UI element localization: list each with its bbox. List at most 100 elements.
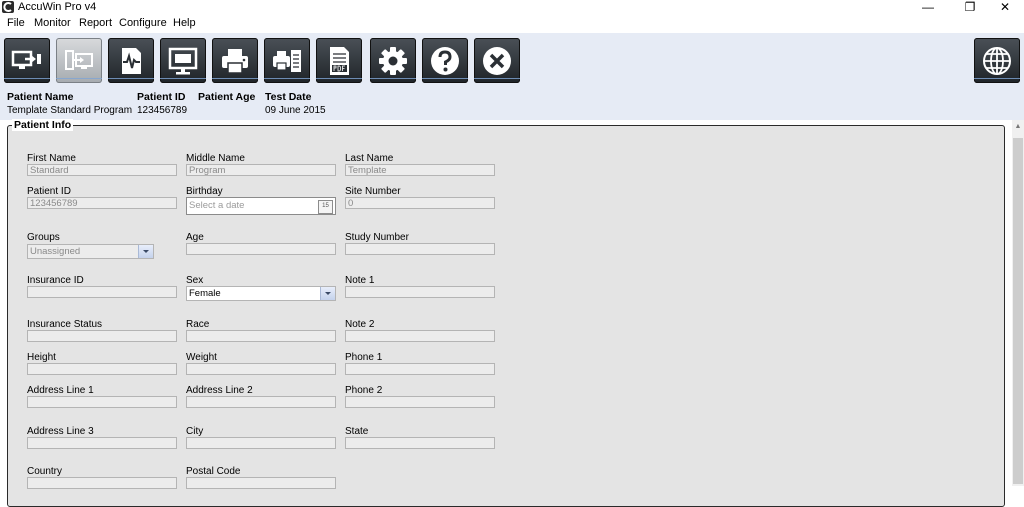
test-date-header: Test Date — [265, 91, 312, 103]
menu-monitor[interactable]: Monitor — [34, 17, 71, 29]
monitor-transfer-button[interactable] — [4, 38, 50, 83]
state-label: State — [345, 426, 369, 437]
patient-id-value: 123456789 — [137, 105, 188, 116]
note-1-label: Note 1 — [345, 275, 375, 286]
birthday-placeholder: Select a date — [189, 200, 245, 211]
last-name-field[interactable]: Template — [345, 164, 495, 176]
menu-report[interactable]: Report — [79, 17, 112, 29]
height-label: Height — [27, 352, 56, 363]
help-icon — [431, 47, 459, 75]
insurance-id-label: Insurance ID — [27, 275, 84, 286]
city-field[interactable] — [186, 437, 336, 449]
birthday-label: Birthday — [186, 186, 223, 197]
country-field[interactable] — [27, 477, 177, 489]
sex-dropdown[interactable]: Female — [186, 286, 336, 301]
screen-display-button[interactable] — [160, 38, 206, 83]
chevron-down-icon[interactable] — [138, 245, 153, 258]
age-field[interactable] — [186, 243, 336, 255]
address-line-1-field[interactable] — [27, 396, 177, 408]
device-monitor-button[interactable] — [56, 38, 102, 83]
monitor-transfer-icon — [11, 50, 41, 69]
menu-configure[interactable]: Configure — [119, 17, 167, 29]
address-line-2-field[interactable] — [186, 396, 336, 408]
groups-selected-value: Unassigned — [30, 246, 81, 257]
middle-name-label: Middle Name — [186, 153, 245, 164]
close-circle-icon — [483, 47, 511, 75]
app-logo-icon — [2, 1, 14, 13]
study-number-field[interactable] — [345, 243, 495, 255]
device-monitor-icon — [65, 50, 93, 70]
phone-2-field[interactable] — [345, 396, 495, 408]
postal-code-label: Postal Code — [186, 466, 241, 477]
calendar-icon[interactable]: 15 — [318, 200, 333, 214]
postal-code-field[interactable] — [186, 477, 336, 489]
state-field[interactable] — [345, 437, 495, 449]
note-2-field[interactable] — [345, 330, 495, 342]
print-report-button[interactable] — [264, 38, 310, 83]
menu-help[interactable]: Help — [173, 17, 196, 29]
weight-label: Weight — [186, 352, 217, 363]
scroll-up-arrow-icon[interactable]: ▲ — [1012, 120, 1024, 134]
print-button[interactable] — [212, 38, 258, 83]
patient-info-legend: Patient Info — [12, 119, 74, 131]
insurance-status-field[interactable] — [27, 330, 177, 342]
settings-button[interactable] — [370, 38, 416, 83]
menu-bar: File Monitor Report Configure Help — [0, 16, 1024, 32]
groups-label: Groups — [27, 232, 60, 243]
phone-1-field[interactable] — [345, 363, 495, 375]
first-name-label: First Name — [27, 153, 76, 164]
patient-id-header: Patient ID — [137, 91, 186, 103]
address-line-3-label: Address Line 3 — [27, 426, 94, 437]
address-line-2-label: Address Line 2 — [186, 385, 253, 396]
test-date-value: 09 June 2015 — [265, 105, 326, 116]
exit-button[interactable] — [474, 38, 520, 83]
globe-icon — [983, 47, 1011, 75]
patient-age-header: Patient Age — [198, 91, 256, 103]
help-button[interactable] — [422, 38, 468, 83]
first-name-field[interactable]: Standard — [27, 164, 177, 176]
patient-id-field[interactable]: 123456789 — [27, 197, 177, 209]
patient-summary-bar: Patient Name Template Standard Program P… — [0, 87, 1024, 120]
waveform-report-button[interactable] — [108, 38, 154, 83]
middle-name-field[interactable]: Program — [186, 164, 336, 176]
phone-1-label: Phone 1 — [345, 352, 383, 363]
print-report-icon — [273, 50, 301, 72]
title-bar: AccuWin Pro v4 — ❐ ✕ — [0, 0, 1024, 15]
close-window-button[interactable]: ✕ — [990, 0, 1020, 15]
insurance-id-field[interactable] — [27, 286, 177, 298]
last-name-label: Last Name — [345, 153, 394, 164]
note-2-label: Note 2 — [345, 319, 375, 330]
printer-icon — [222, 49, 248, 74]
race-field[interactable] — [186, 330, 336, 342]
waveform-report-icon — [122, 48, 141, 74]
weight-field[interactable] — [186, 363, 336, 375]
height-field[interactable] — [27, 363, 177, 375]
study-number-label: Study Number — [345, 232, 409, 243]
race-label: Race — [186, 319, 210, 330]
chevron-down-icon[interactable] — [320, 287, 335, 300]
address-line-3-field[interactable] — [27, 437, 177, 449]
vertical-scrollbar[interactable]: ▲ — [1012, 120, 1024, 486]
sex-selected-value: Female — [189, 288, 221, 299]
toolbar — [0, 33, 1024, 87]
minimize-button[interactable]: — — [913, 0, 943, 15]
pdf-export-button[interactable] — [316, 38, 362, 83]
sex-label: Sex — [186, 275, 204, 286]
restore-button[interactable]: ❐ — [955, 0, 985, 15]
address-line-1-label: Address Line 1 — [27, 385, 94, 396]
patient-info-panel — [7, 125, 1005, 507]
city-label: City — [186, 426, 204, 437]
patient-name-value: Template Standard Program — [7, 105, 133, 116]
phone-2-label: Phone 2 — [345, 385, 383, 396]
birthday-date-picker[interactable]: Select a date 15 — [186, 197, 336, 215]
gear-icon — [379, 47, 407, 75]
pdf-document-icon — [330, 47, 349, 75]
site-number-field[interactable]: 0 — [345, 197, 495, 209]
groups-dropdown[interactable]: Unassigned — [27, 244, 154, 259]
scrollbar-thumb[interactable] — [1013, 138, 1023, 484]
language-button[interactable] — [974, 38, 1020, 83]
patient-name-header: Patient Name — [7, 91, 74, 103]
country-label: Country — [27, 466, 63, 477]
menu-file[interactable]: File — [7, 17, 25, 29]
note-1-field[interactable] — [345, 286, 495, 298]
